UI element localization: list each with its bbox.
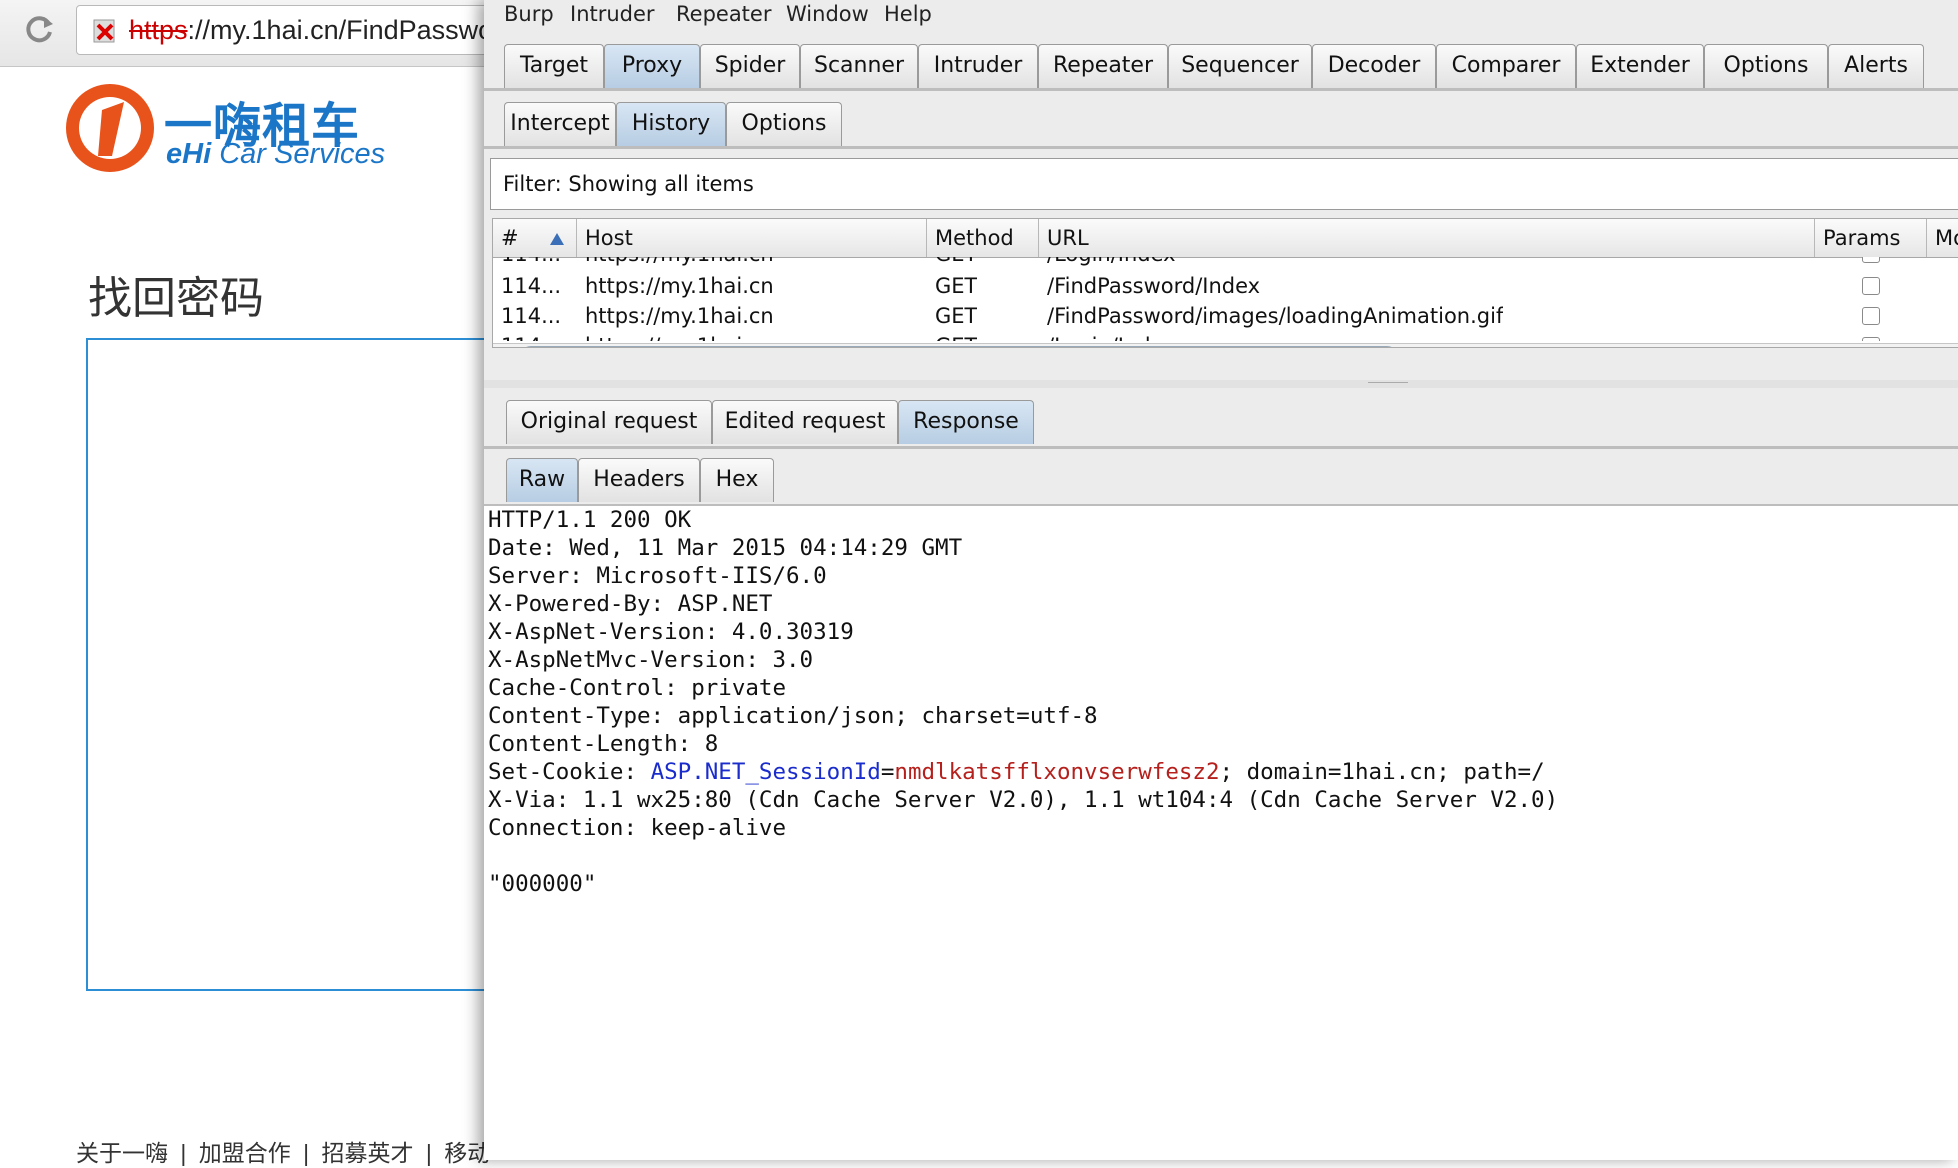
logo-en-bold: eHi xyxy=(166,138,212,170)
tab-hex[interactable]: Hex xyxy=(700,458,774,502)
response-raw-view[interactable]: HTTP/1.1 200 OK Date: Wed, 11 Mar 2015 0… xyxy=(484,506,1958,1160)
page-title: 找回密码 xyxy=(88,274,264,323)
splitter-grip[interactable] xyxy=(1368,382,1408,387)
menu-help[interactable]: Help xyxy=(884,2,932,26)
tab-history[interactable]: History xyxy=(616,102,726,146)
logo-english-text: eHi Car Services xyxy=(166,138,385,171)
tab-proxy[interactable]: Proxy xyxy=(604,44,700,88)
response-line: Content-Length: 8 xyxy=(488,731,719,757)
burp-suite-window: Burp Intruder Repeater Window Help Targe… xyxy=(484,0,1958,1160)
response-line: HTTP/1.1 200 OK xyxy=(488,507,692,533)
tab-options[interactable]: Options xyxy=(1704,44,1828,88)
view-tab-bar: Raw Headers Hex xyxy=(484,454,1958,507)
logo-en-rest: Car Services xyxy=(211,138,386,170)
sort-ascending-icon xyxy=(550,233,564,245)
filter-bar[interactable]: Filter: Showing all items xyxy=(490,158,1958,210)
response-line: Date: Wed, 11 Mar 2015 04:14:29 GMT xyxy=(488,535,963,561)
table-row[interactable]: 114... https://my.1hai.cn GET /FindPassw… xyxy=(493,301,1958,331)
cookie-equals: = xyxy=(880,759,895,785)
row-url: /FindPassword/images/loadingAnimation.gi… xyxy=(1047,304,1504,328)
tab-alerts[interactable]: Alerts xyxy=(1828,44,1924,88)
tab-intruder[interactable]: Intruder xyxy=(918,44,1038,88)
response-line: Connection: keep-alive xyxy=(488,815,787,841)
tab-original-request[interactable]: Original request xyxy=(506,400,712,444)
response-line: Cache-Control: private xyxy=(488,675,787,701)
response-line: Server: Microsoft-IIS/6.0 xyxy=(488,563,827,589)
tab-sequencer[interactable]: Sequencer xyxy=(1168,44,1312,88)
row-host: https://my.1hai.cn xyxy=(585,274,774,298)
footer-link-franchise[interactable]: 加盟合作 xyxy=(199,1140,291,1166)
row-number: 114... xyxy=(501,274,562,298)
column-header-method[interactable]: Method xyxy=(927,219,1039,257)
footer-link-about[interactable]: 关于一嗨 xyxy=(76,1140,168,1166)
tab-edited-request[interactable]: Edited request xyxy=(712,400,898,444)
ehi-logo[interactable]: 一嗨租车 eHi Car Services xyxy=(62,80,402,180)
response-line: X-Powered-By: ASP.NET xyxy=(488,591,773,617)
footer-link-careers[interactable]: 招募英才 xyxy=(322,1140,414,1166)
tab-decoder[interactable]: Decoder xyxy=(1312,44,1436,88)
tab-scanner[interactable]: Scanner xyxy=(800,44,918,88)
response-line: X-AspNet-Version: 4.0.30319 xyxy=(488,619,854,645)
row-method: GET xyxy=(935,274,978,298)
response-body-content: "000000" xyxy=(488,871,597,897)
footer-separator: | xyxy=(303,1140,310,1166)
footer-separator: | xyxy=(425,1140,432,1166)
column-header-number[interactable]: # xyxy=(493,219,577,257)
ehi-logo-icon xyxy=(66,84,154,172)
message-tab-bar: Original request Edited request Response xyxy=(484,396,1958,449)
params-checkbox[interactable] xyxy=(1862,277,1880,295)
column-header-label: # xyxy=(501,226,519,250)
tab-headers[interactable]: Headers xyxy=(578,458,700,502)
row-host: https://my.1hai.cn xyxy=(585,304,774,328)
tab-response[interactable]: Response xyxy=(898,400,1034,444)
cookie-attributes: ; domain=1hai.cn; path=/ xyxy=(1219,759,1545,785)
cookie-prefix: Set-Cookie: xyxy=(488,759,651,785)
column-header-host[interactable]: Host xyxy=(577,219,927,257)
horizontal-scrollbar[interactable] xyxy=(493,343,1958,347)
cookie-name: ASP.NET_SessionId xyxy=(650,759,881,785)
row-number: 114... xyxy=(501,304,562,328)
params-checkbox[interactable] xyxy=(1862,307,1880,325)
set-cookie-line: Set-Cookie: ASP.NET_SessionId=nmdlkatsff… xyxy=(488,758,1545,786)
tab-proxy-options[interactable]: Options xyxy=(726,102,842,146)
reload-icon[interactable] xyxy=(22,12,56,46)
tab-spider[interactable]: Spider xyxy=(700,44,800,88)
history-table: # Host Method URL Params Mo 114... https… xyxy=(492,218,1958,348)
broken-lock-icon xyxy=(93,19,115,43)
response-line: X-AspNetMvc-Version: 3.0 xyxy=(488,647,814,673)
main-tab-bar: Target Proxy Spider Scanner Intruder Rep… xyxy=(484,38,1958,91)
table-header: # Host Method URL Params Mo xyxy=(493,219,1958,258)
menu-window[interactable]: Window xyxy=(786,2,869,26)
response-line: X-Via: 1.1 wx25:80 (Cdn Cache Server V2.… xyxy=(488,787,1559,813)
footer-links: 关于一嗨 | 加盟合作 | 招募英才 | 移动 xyxy=(76,1134,496,1168)
column-header-url[interactable]: URL xyxy=(1039,219,1815,257)
menu-burp[interactable]: Burp xyxy=(504,2,554,26)
column-header-modified[interactable]: Mo xyxy=(1927,219,1958,257)
tab-target[interactable]: Target xyxy=(504,44,604,88)
url-protocol: https xyxy=(129,15,188,45)
menu-intruder[interactable]: Intruder xyxy=(570,2,655,26)
proxy-tab-bar: Intercept History Options xyxy=(484,96,1958,149)
response-line: Content-Type: application/json; charset=… xyxy=(488,703,1098,729)
tab-raw[interactable]: Raw xyxy=(506,458,578,502)
tab-intercept[interactable]: Intercept xyxy=(504,102,616,146)
cookie-value: nmdlkatsfflxonvserwfesz2 xyxy=(894,759,1220,785)
column-header-params[interactable]: Params xyxy=(1815,219,1927,257)
tab-comparer[interactable]: Comparer xyxy=(1436,44,1576,88)
footer-separator: | xyxy=(180,1140,187,1166)
table-row[interactable]: 114... https://my.1hai.cn GET /FindPassw… xyxy=(493,271,1958,301)
row-url: /FindPassword/Index xyxy=(1047,274,1261,298)
find-password-form-box xyxy=(86,338,506,991)
tab-extender[interactable]: Extender xyxy=(1576,44,1704,88)
scrollbar-thumb[interactable] xyxy=(519,346,1399,347)
row-method: GET xyxy=(935,304,978,328)
menu-bar: Burp Intruder Repeater Window Help xyxy=(484,0,1958,30)
tab-repeater[interactable]: Repeater xyxy=(1038,44,1168,88)
pane-splitter[interactable] xyxy=(484,380,1958,388)
menu-repeater[interactable]: Repeater xyxy=(676,2,771,26)
